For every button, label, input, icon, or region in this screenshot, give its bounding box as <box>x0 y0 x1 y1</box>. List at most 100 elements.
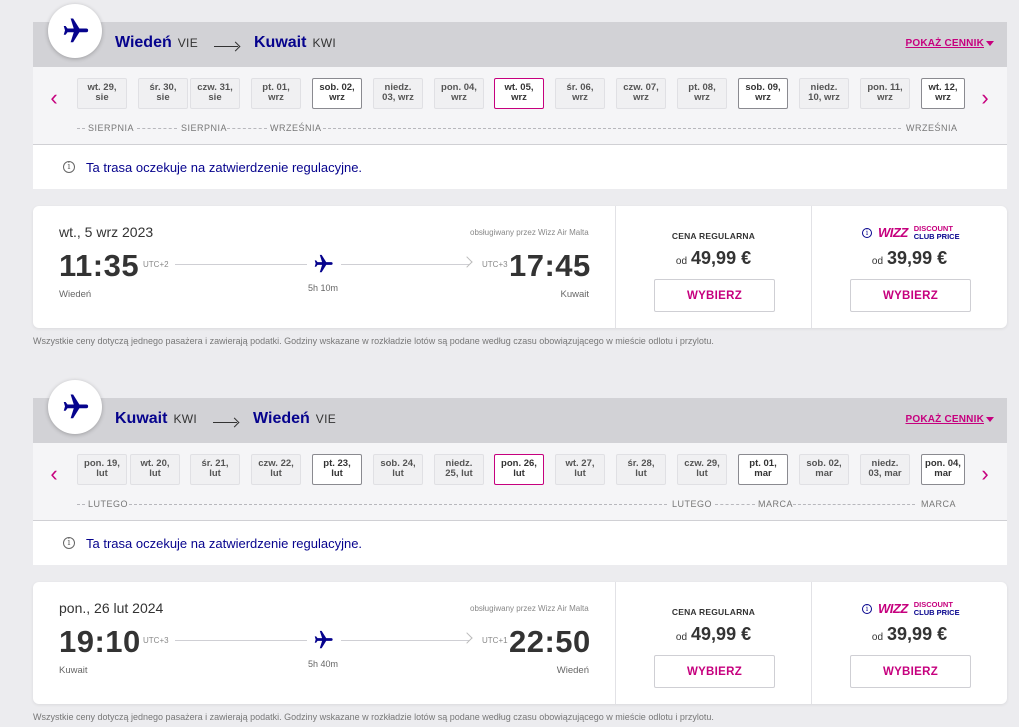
departure-city: Kuwait <box>59 665 88 676</box>
month-label: WRZEŚNIA <box>270 123 322 133</box>
date-option[interactable]: śr. 30, sie <box>138 78 188 109</box>
chevron-right-icon <box>461 256 473 268</box>
destination-code: VIE <box>315 412 337 426</box>
date-option[interactable]: niedz. 10, wrz <box>799 78 849 109</box>
date-option[interactable]: pon. 19, lut <box>77 454 127 485</box>
date-option[interactable]: śr. 28, lut <box>616 454 666 485</box>
date-option[interactable]: śr. 06, wrz <box>555 78 605 109</box>
caret-down-icon <box>986 40 994 46</box>
origin-city: Wiedeń <box>115 34 172 51</box>
wizz-logo: WIZZ <box>878 601 908 616</box>
route-title: Kuwait KWI Wiedeń VIE <box>115 410 346 428</box>
departure-city: Wiedeń <box>59 289 92 300</box>
route-header: Wiedeń VIE Kuwait KWI POKAŻ CENNIK <box>33 22 1007 67</box>
date-option-selected[interactable]: wt. 05, wrz <box>494 78 544 109</box>
regular-price: od 49,99 € <box>675 248 752 268</box>
origin-city: Kuwait <box>115 410 168 427</box>
arrival-utc: UTC+1 <box>482 636 508 645</box>
month-labels: LUTEGO LUTEGO MARCA MARCA <box>33 499 1007 511</box>
date-option-selected[interactable]: pon. 26, lut <box>494 454 544 485</box>
flight-path-line <box>175 640 307 641</box>
select-club-button[interactable]: WYBIERZ <box>850 279 971 312</box>
date-option[interactable]: wt. 20, lut <box>130 454 180 485</box>
arrival-city: Wiedeń <box>556 665 589 676</box>
date-option[interactable]: wt. 29, sie <box>77 78 127 109</box>
club-price: od 39,99 € <box>871 248 948 268</box>
month-label: LUTEGO <box>672 499 713 509</box>
origin-code: KWI <box>173 412 198 426</box>
date-option[interactable]: wt. 12, wrz <box>921 78 965 109</box>
date-option[interactable]: pt. 08, wrz <box>677 78 727 109</box>
date-option[interactable]: pt. 23, lut <box>312 454 362 485</box>
date-option[interactable]: sob. 02, mar <box>799 454 849 485</box>
show-pricelist-link[interactable]: POKAŻ CENNIK <box>905 414 994 425</box>
date-option[interactable]: czw. 22, lut <box>251 454 301 485</box>
price-disclaimer: Wszystkie ceny dotyczą jednego pasażera … <box>33 712 714 722</box>
date-option[interactable]: pt. 01, mar <box>738 454 788 485</box>
notice-text: Ta trasa oczekuje na zatwierdzenie regul… <box>86 159 363 175</box>
chevron-right-icon[interactable]: › <box>975 85 995 111</box>
month-labels: SIERPNIA SIERPNIA WRZEŚNIA WRZEŚNIA <box>33 123 1007 135</box>
date-option[interactable]: pon. 04, wrz <box>434 78 484 109</box>
date-option[interactable]: wt. 27, lut <box>555 454 605 485</box>
date-option[interactable]: niedz. 03, mar <box>860 454 910 485</box>
regular-price: od 49,99 € <box>675 624 752 644</box>
regular-price-box: CENA REGULARNA od 49,99 € WYBIERZ <box>615 206 811 328</box>
caret-down-icon <box>986 416 994 422</box>
plane-icon <box>63 394 89 419</box>
club-price: od 39,99 € <box>871 624 948 644</box>
info-icon: i <box>63 537 75 549</box>
date-option[interactable]: pon. 04, mar <box>921 454 965 485</box>
flight-path-line <box>341 640 469 641</box>
select-regular-button[interactable]: WYBIERZ <box>654 279 775 312</box>
operated-by: obsługiwany przez Wizz Air Malta <box>470 228 589 237</box>
route-title: Wiedeń VIE Kuwait KWI <box>115 34 346 52</box>
month-label: WRZEŚNIA <box>906 123 958 133</box>
date-option[interactable]: niedz. 25, lut <box>434 454 484 485</box>
plane-icon <box>314 254 333 273</box>
info-icon[interactable]: i <box>862 227 872 238</box>
notice-text: Ta trasa oczekuje na zatwierdzenie regul… <box>86 535 363 551</box>
departure-utc: UTC+2 <box>143 260 169 269</box>
select-club-button[interactable]: WYBIERZ <box>850 655 971 688</box>
discount-club-logo: i WIZZ DISCOUNT CLUB PRICE <box>862 601 960 616</box>
date-option[interactable]: sob. 09, wrz <box>738 78 788 109</box>
regular-price-box: CENA REGULARNA od 49,99 € WYBIERZ <box>615 582 811 704</box>
destination-city: Wiedeń <box>253 410 310 427</box>
plane-badge <box>48 4 102 58</box>
departure-time: 19:10 <box>59 624 141 659</box>
outbound-section: Wiedeń VIE Kuwait KWI POKAŻ CENNIK ‹ wt.… <box>33 0 1007 350</box>
month-label: SIERPNIA <box>181 123 228 133</box>
arrival-utc: UTC+3 <box>482 260 508 269</box>
date-option[interactable]: niedz. 03, wrz <box>373 78 423 109</box>
departure-utc: UTC+3 <box>143 636 169 645</box>
date-option[interactable]: czw. 31, sie <box>190 78 240 109</box>
month-label: SIERPNIA <box>88 123 135 133</box>
chevron-right-icon[interactable]: › <box>975 461 995 487</box>
info-icon: i <box>63 161 75 173</box>
club-price-box: i WIZZ DISCOUNT CLUB PRICE od 39,99 € WYBI… <box>811 206 1007 328</box>
date-carousel: ‹ wt. 29, sie śr. 30, sie czw. 31, sie pt. … <box>33 67 1007 145</box>
flight-path-line <box>175 264 307 265</box>
date-option[interactable]: śr. 21, lut <box>190 454 240 485</box>
destination-code: KWI <box>312 36 337 50</box>
date-option[interactable]: sob. 24, lut <box>373 454 423 485</box>
regulatory-notice: i Ta trasa oczekuje na zatwierdzenie reg… <box>33 145 1007 189</box>
select-regular-button[interactable]: WYBIERZ <box>654 655 775 688</box>
departure-time: 11:35 <box>59 248 140 283</box>
flight-date: wt., 5 wrz 2023 <box>59 224 154 240</box>
flight-duration: 5h 10m <box>308 283 339 293</box>
date-option[interactable]: czw. 07, wrz <box>616 78 666 109</box>
date-option[interactable]: sob. 02, wrz <box>312 78 362 109</box>
show-pricelist-link[interactable]: POKAŻ CENNIK <box>905 38 994 49</box>
flight-duration: 5h 40m <box>308 659 339 669</box>
date-option[interactable]: czw. 29, lut <box>677 454 727 485</box>
route-arrow-icon <box>214 46 238 47</box>
info-icon[interactable]: i <box>862 603 872 614</box>
date-option[interactable]: pon. 11, wrz <box>860 78 910 109</box>
chevron-left-icon[interactable]: ‹ <box>44 85 64 111</box>
regular-price-label: CENA REGULARNA <box>671 607 756 617</box>
arrival-time: 17:45 <box>509 248 591 283</box>
chevron-left-icon[interactable]: ‹ <box>44 461 64 487</box>
date-option[interactable]: pt. 01, wrz <box>251 78 301 109</box>
